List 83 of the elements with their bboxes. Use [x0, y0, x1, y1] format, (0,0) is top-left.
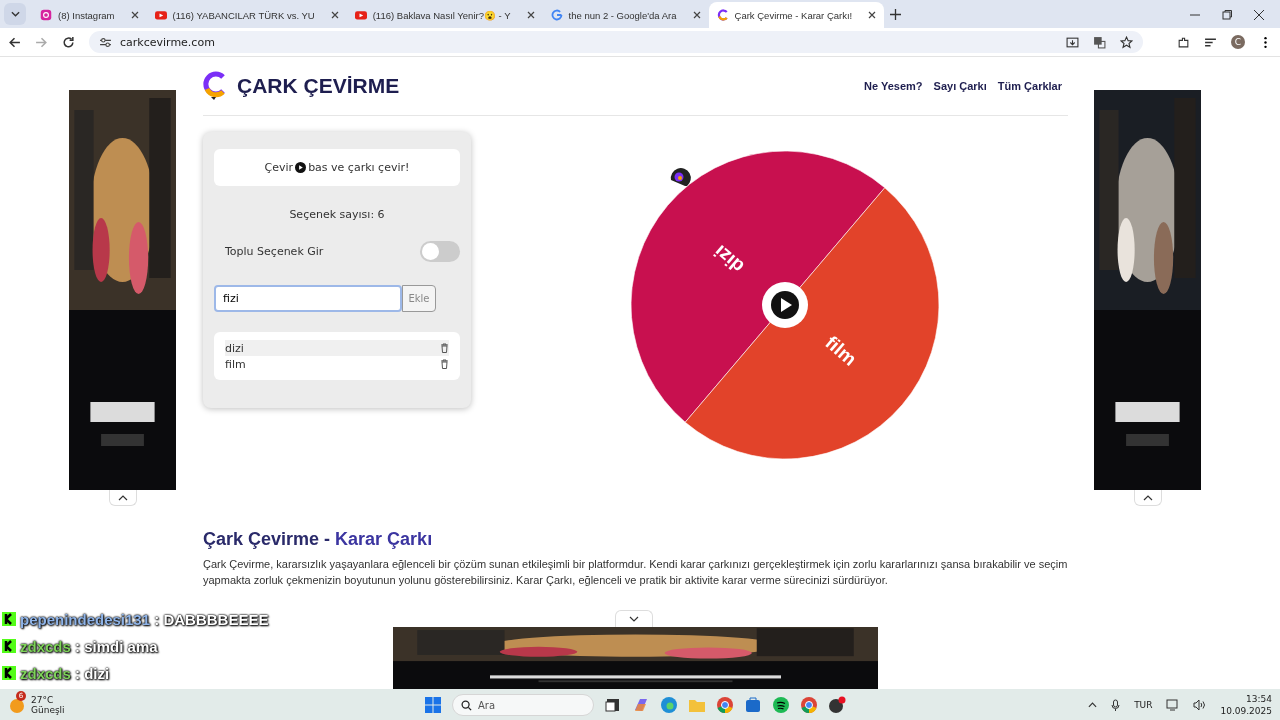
windows-icon[interactable]: [424, 696, 442, 714]
close-icon[interactable]: [526, 11, 535, 19]
pointer-icon: [670, 168, 691, 186]
chat-badge-icon: [2, 639, 16, 653]
toggle-label: Toplu Seçenek Gir: [225, 245, 324, 258]
play-icon: [354, 9, 367, 21]
camera-icon: [40, 9, 52, 21]
trash-icon[interactable]: [440, 359, 449, 369]
chat-badge-icon: [2, 612, 16, 626]
nav-link[interactable]: Ne Yesem?: [864, 80, 923, 92]
option-count: Seçenek sayısı: 6: [288, 208, 386, 221]
clock-time[interactable]: 13:54: [1246, 694, 1272, 704]
url-text: carkcevirme.com: [120, 35, 215, 49]
close-icon[interactable]: [868, 11, 877, 19]
plus-icon: [890, 9, 902, 20]
browser-tab[interactable]: Çark Çevirme - Karar Çarkı!: [708, 2, 885, 28]
spotify-icon[interactable]: [772, 696, 790, 714]
sun-icon: [8, 696, 26, 714]
browser-tab[interactable]: (116) YABANCILAR TÜRK vs. YU: [146, 2, 347, 28]
search-icon: [461, 699, 472, 711]
nav-link[interactable]: Sayı Çarkı: [933, 80, 987, 92]
option-input[interactable]: fizi: [214, 285, 402, 312]
close-icon[interactable]: [692, 11, 701, 19]
task-view-icon[interactable]: [604, 696, 622, 714]
chevron-up-icon[interactable]: [1088, 702, 1098, 708]
browser-tab[interactable]: (8) Instagram: [32, 2, 147, 28]
language-indicator[interactable]: TUR: [1134, 700, 1153, 710]
edge-icon[interactable]: [660, 696, 678, 714]
hint-text: Çevir: [264, 161, 294, 174]
option-label[interactable]: film: [225, 357, 246, 371]
close-icon[interactable]: [1254, 10, 1264, 20]
close-icon[interactable]: [330, 11, 339, 19]
microphone-icon[interactable]: [1111, 698, 1121, 712]
close-icon[interactable]: [130, 11, 139, 19]
chrome-icon[interactable]: [800, 696, 818, 714]
clock-date[interactable]: 10.09.2025: [1220, 706, 1272, 716]
chevron-down-icon: [629, 616, 639, 622]
hint-text: bas ve çarkı çevir!: [308, 161, 410, 174]
segment-label: film: [820, 331, 861, 370]
chat-message: pepenindedesi131 : DABBBBEEEE: [20, 610, 269, 628]
taskbar-search[interactable]: Ara: [452, 694, 594, 716]
install-icon[interactable]: [1066, 35, 1079, 49]
browser-tab[interactable]: (116) Baklava Nasıl Yenir?😮 - Y: [346, 2, 543, 28]
option-label[interactable]: dizi: [225, 341, 244, 355]
chevron-up-icon: [117, 494, 128, 501]
back-icon[interactable]: [8, 35, 21, 49]
logo-icon: [203, 71, 227, 101]
play-icon: [154, 9, 167, 21]
speaker-icon[interactable]: [1193, 699, 1207, 711]
app-icon[interactable]: [828, 696, 846, 714]
nav-link[interactable]: Tüm Çarklar: [997, 80, 1062, 92]
translate-icon[interactable]: [1093, 35, 1106, 49]
segment-label: dizi: [709, 240, 748, 278]
article-text: Çark Çevirme, kararsızlık yaşayanlara eğlenceli bir çözüm sunan etkileşimli bir platformdur. Kendi karar çarkınızı gerçekleştirmek için zorlu kararlarınızı şansa bırakabilir ve seçim yapmakta zorluk çekmenizin boyutunun yolunu gösterebilirsiniz. Karar Çarkı, eğlenceli ve pratik bir aktivite karar verme sürecinizi sürdürüyor.: [203, 557, 1068, 588]
chevron-down-icon: [10, 11, 20, 17]
spin-button[interactable]: [761, 282, 808, 328]
play-icon: [295, 162, 307, 173]
restore-icon[interactable]: [1222, 10, 1232, 20]
site-logo[interactable]: ÇARK ÇEVİRME: [237, 74, 400, 98]
browser-tab[interactable]: the nun 2 - Google'da Ara: [542, 2, 709, 28]
spin-wheel[interactable]: dizi film: [624, 145, 945, 465]
temperature: 27°C: [31, 695, 55, 705]
chat-message: zdxcds : dizi: [20, 664, 110, 682]
chat-badge-icon: [2, 666, 16, 680]
g-icon: [550, 9, 563, 21]
address-bar[interactable]: carkcevirme.com: [89, 31, 1143, 53]
extensions-icon[interactable]: [1177, 35, 1190, 49]
weather-condition: Güneşli: [31, 705, 65, 715]
bulk-toggle[interactable]: [420, 241, 460, 262]
store-icon[interactable]: [744, 696, 762, 714]
chat-message: zdxcds : simdi ama: [20, 637, 158, 655]
star-icon[interactable]: [1120, 35, 1133, 49]
site-settings-icon[interactable]: [99, 35, 112, 49]
trash-icon[interactable]: [440, 343, 449, 353]
copilot-icon[interactable]: [632, 696, 650, 714]
logo-icon: [716, 9, 729, 21]
monitor-icon[interactable]: [1166, 699, 1180, 711]
reload-icon[interactable]: [62, 35, 75, 49]
tab-search-button[interactable]: [4, 3, 26, 25]
article-title: Çark Çevirme - Karar Çarkı: [203, 529, 434, 550]
chevron-up-icon: [1142, 494, 1153, 501]
chrome-icon[interactable]: [716, 696, 734, 714]
profile-avatar[interactable]: C: [1231, 35, 1245, 49]
